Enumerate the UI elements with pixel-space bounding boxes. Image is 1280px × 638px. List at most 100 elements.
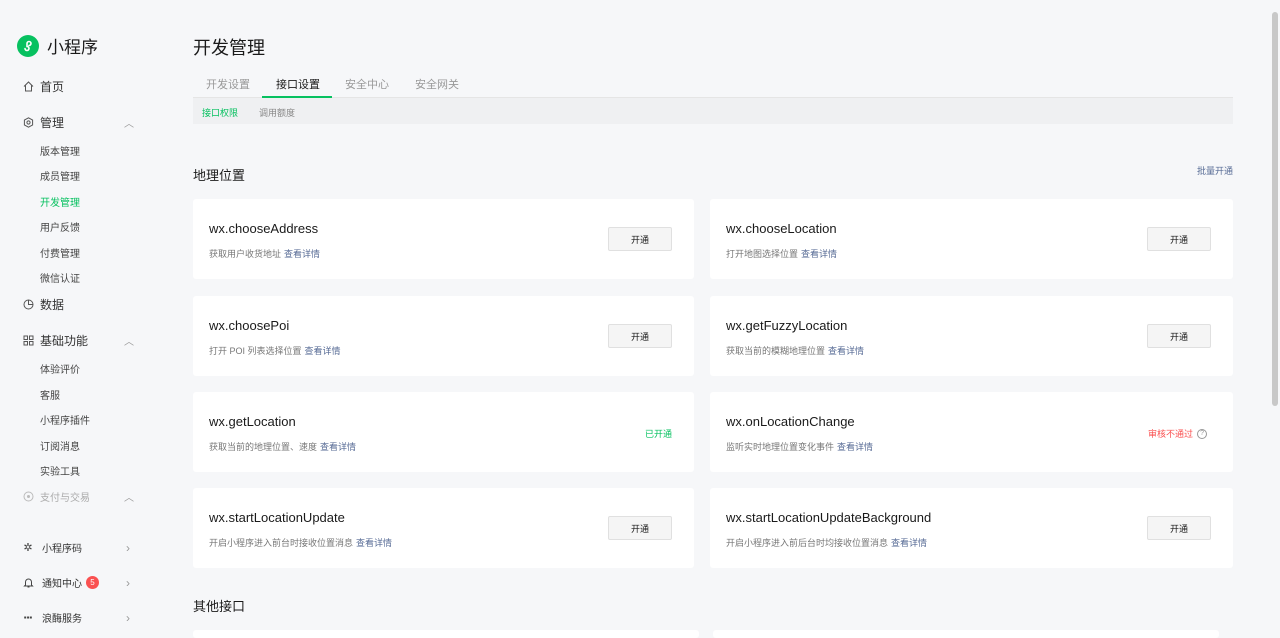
notification-badge: 5 xyxy=(86,576,99,589)
payment-icon xyxy=(22,491,34,503)
api-card: wx.getFuzzyLocation 获取当前的模糊地理位置 查看详情 开通 xyxy=(710,296,1233,376)
sidebar-item-payment-manage[interactable]: 付费管理 xyxy=(40,245,80,260)
view-details-link[interactable]: 查看详情 xyxy=(891,538,927,548)
sidebar-item-home[interactable]: 首页 xyxy=(22,78,134,95)
api-desc: 监听实时地理位置变化事件 查看详情 xyxy=(726,442,874,452)
subtab-api-permissions[interactable]: 接口权限 xyxy=(202,106,238,119)
settings-icon xyxy=(22,117,34,129)
chevron-up-icon: ︿ xyxy=(124,337,134,348)
subtab-bar: 接口权限 调用额度 xyxy=(193,98,1233,124)
api-card: wx.getLocation 获取当前的地理位置、速度 查看详情 已开通 xyxy=(193,392,694,472)
sidebar-item-data[interactable]: 数据 xyxy=(22,296,134,313)
chevron-up-icon: ︿ xyxy=(124,493,134,504)
section-title-location: 地理位置 xyxy=(193,168,246,183)
api-desc: 打开 POI 列表选择位置 查看详情 xyxy=(209,346,341,356)
api-name: wx.startLocationUpdateBackground xyxy=(726,510,932,525)
api-card: wx.chooseLocation 打开地图选择位置 查看详情 开通 xyxy=(710,199,1233,279)
tab-bar: 开发设置 接口设置 安全中心 安全网关 xyxy=(193,70,1233,98)
chevron-right-icon: › xyxy=(126,610,130,625)
app-logo[interactable]: 小程序 xyxy=(17,33,98,58)
sidebar-item-plugins[interactable]: 小程序插件 xyxy=(40,412,90,427)
api-desc: 打开地图选择位置 查看详情 xyxy=(726,249,838,259)
status-opened: 已开通 xyxy=(645,429,673,439)
sidebar-item-label: 首页 xyxy=(40,80,65,94)
view-details-link[interactable]: 查看详情 xyxy=(284,249,320,259)
view-details-link[interactable]: 查看详情 xyxy=(305,346,341,356)
open-button[interactable]: 开通 xyxy=(1147,324,1211,348)
tab-security-gateway[interactable]: 安全网关 xyxy=(415,76,459,92)
service-icon: ▪▪▪ xyxy=(23,613,33,622)
api-name: wx.startLocationUpdate xyxy=(209,510,345,525)
sidebar-item-manage[interactable]: 管理 ︿ xyxy=(22,114,134,131)
api-name: wx.getFuzzyLocation xyxy=(726,318,848,333)
view-details-link[interactable]: 查看详情 xyxy=(828,346,864,356)
sidebar-item-wechat-verify[interactable]: 微信认证 xyxy=(40,270,80,285)
chevron-up-icon: ︿ xyxy=(124,119,134,130)
tab-dev-settings[interactable]: 开发设置 xyxy=(206,76,250,92)
api-card: wx.onLocationChange 监听实时地理位置变化事件 查看详情 审核不… xyxy=(710,392,1233,472)
sidebar-item-review[interactable]: 体验评价 xyxy=(40,361,80,376)
scrollbar[interactable] xyxy=(1272,12,1278,406)
sidebar-item-label: 浪酶服务 xyxy=(42,614,82,625)
sidebar-item-label: 通知中心 xyxy=(42,579,82,590)
open-button[interactable]: 开通 xyxy=(1147,516,1211,540)
batch-open-link[interactable]: 批量开通 xyxy=(1197,164,1233,177)
api-card: wx.startLocationUpdateBackground 开启小程序进入… xyxy=(710,488,1233,568)
api-card: wx.chooseAddress 获取用户收货地址 查看详情 开通 xyxy=(193,199,694,279)
open-button[interactable]: 开通 xyxy=(608,324,672,348)
sidebar-item-label: 小程序码 xyxy=(42,544,82,555)
api-desc: 获取当前的模糊地理位置 查看详情 xyxy=(726,346,865,356)
api-name: wx.choosePoi xyxy=(209,318,290,333)
tab-api-settings[interactable]: 接口设置 xyxy=(276,76,320,92)
bell-icon xyxy=(22,577,34,588)
api-card-partial xyxy=(713,630,1219,638)
open-button[interactable]: 开通 xyxy=(608,227,672,251)
chevron-right-icon: › xyxy=(126,575,130,590)
api-card: wx.startLocationUpdate 开启小程序进入前台时接收位置消息查… xyxy=(193,488,694,568)
api-name: wx.onLocationChange xyxy=(726,414,855,429)
help-icon[interactable]: ? xyxy=(1197,428,1208,439)
sidebar-item-qrcode[interactable]: ✲ 小程序码 › xyxy=(22,540,130,556)
subtab-call-quota[interactable]: 调用额度 xyxy=(259,106,295,119)
open-button[interactable]: 开通 xyxy=(1147,227,1211,251)
api-name: wx.chooseLocation xyxy=(726,221,837,236)
sidebar-item-label: 支付与交易 xyxy=(40,493,90,504)
sidebar-item-customer-service[interactable]: 客服 xyxy=(40,387,60,402)
api-desc: 开启小程序进入前后台时均接收位置消息 查看详情 xyxy=(726,538,928,548)
sidebar-item-subscribe[interactable]: 订阅消息 xyxy=(40,438,80,453)
status-rejected-label: 审核不通过 xyxy=(1148,429,1194,439)
app-name: 小程序 xyxy=(47,38,98,57)
sidebar-item-notifications[interactable]: 通知中心 5 › xyxy=(22,575,130,590)
view-details-link[interactable]: 查看详情 xyxy=(320,442,356,452)
sidebar-item-version[interactable]: 版本管理 xyxy=(40,143,80,158)
api-card-partial xyxy=(193,630,699,638)
sun-icon: ✲ xyxy=(23,542,33,554)
sidebar-item-label: 数据 xyxy=(40,298,65,312)
view-details-link[interactable]: 查看详情 xyxy=(801,249,837,259)
pie-chart-icon xyxy=(22,299,34,311)
sidebar-item-basic[interactable]: 基础功能 ︿ xyxy=(22,332,134,349)
status-rejected: 审核不通过 ? xyxy=(1148,427,1208,440)
section-title-other: 其他接口 xyxy=(193,599,246,614)
tab-security-center[interactable]: 安全中心 xyxy=(345,76,389,92)
api-desc: 获取用户收货地址 查看详情 xyxy=(209,249,321,259)
chevron-right-icon: › xyxy=(126,540,130,555)
open-button[interactable]: 开通 xyxy=(608,516,672,540)
view-details-link[interactable]: 查看详情 xyxy=(837,442,873,452)
api-desc: 获取当前的地理位置、速度 查看详情 xyxy=(209,442,357,452)
sidebar: 小程序 首页 管理 ︿ 版本管理 成员管理 开发管理 用户反馈 付费管理 微信认… xyxy=(0,0,160,638)
page-title: 开发管理 xyxy=(193,38,265,58)
sidebar-item-label: 管理 xyxy=(40,116,65,130)
miniprogram-logo-icon xyxy=(17,34,39,57)
sidebar-item-dev-manage[interactable]: 开发管理 xyxy=(40,194,80,209)
sidebar-item-pay[interactable]: 支付与交易 ︿ xyxy=(22,489,134,504)
api-desc: 开启小程序进入前台时接收位置消息 查看详情 xyxy=(209,538,393,548)
sidebar-item-label: 基础功能 xyxy=(40,334,89,348)
api-name: wx.getLocation xyxy=(209,414,296,429)
sidebar-item-feedback[interactable]: 用户反馈 xyxy=(40,219,80,234)
sidebar-item-services[interactable]: ▪▪▪ 浪酶服务 › xyxy=(22,610,130,626)
sidebar-item-members[interactable]: 成员管理 xyxy=(40,168,80,183)
home-icon xyxy=(22,81,34,93)
sidebar-item-lab[interactable]: 实验工具 xyxy=(40,463,80,478)
view-details-link[interactable]: 查看详情 xyxy=(356,538,392,548)
